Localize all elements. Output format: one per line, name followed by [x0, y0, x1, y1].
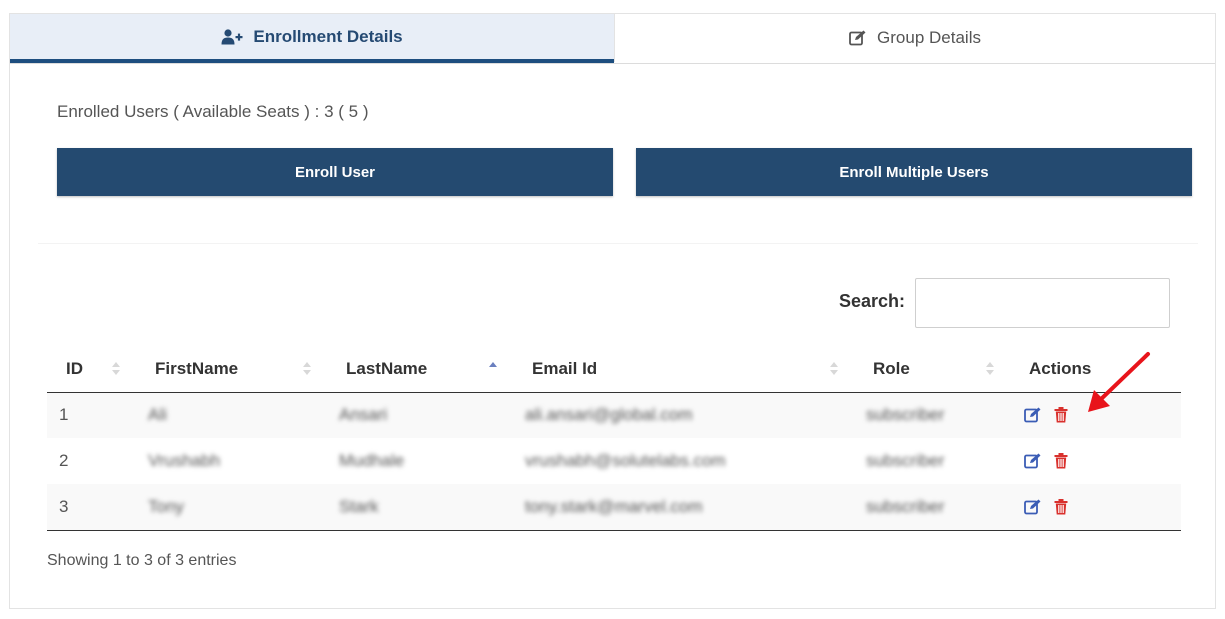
trash-icon[interactable]	[1054, 498, 1068, 515]
table-row: 2 Vrushabh Mudhale vrushabh@solutelabs.c…	[47, 438, 1181, 484]
cell-email: vrushabh@solutelabs.com	[525, 451, 726, 470]
edit-icon[interactable]	[1024, 499, 1042, 515]
cell-role: subscriber	[866, 451, 945, 470]
trash-icon[interactable]	[1054, 453, 1068, 469]
tab-group-label: Group Details	[877, 28, 981, 47]
tab-enrollment-label: Enrollment Details	[253, 26, 403, 46]
enrolled-users-summary: Enrolled Users ( Available Seats ) : 3 (…	[57, 102, 369, 122]
sort-icon[interactable]	[986, 361, 994, 377]
cell-role: subscriber	[854, 484, 1010, 531]
column-header-label: Email Id	[532, 358, 598, 378]
table-row: 1 Ali Ansari ali.ansari@global.com subsc…	[47, 392, 1181, 438]
edit-icon[interactable]	[1024, 453, 1042, 469]
column-header-id[interactable]: ID	[47, 346, 136, 393]
tab-enrollment-details[interactable]: Enrollment Details	[10, 14, 614, 63]
user-plus-icon	[221, 28, 243, 45]
cell-email: ali.ansari@global.com	[525, 405, 693, 425]
column-header-role[interactable]: Role	[854, 346, 1010, 393]
tab-bar: Enrollment Details Group Details	[10, 14, 1215, 64]
annotation-arrow-icon	[1088, 352, 1150, 412]
cell-id: 2	[59, 451, 69, 470]
sort-icon[interactable]	[112, 361, 120, 377]
cell-firstname: Tony	[136, 484, 327, 531]
cell-firstname: Ali	[148, 405, 167, 425]
cell-lastname: Stark	[327, 484, 513, 531]
edit-icon	[849, 30, 867, 46]
sort-icon[interactable]	[830, 361, 838, 377]
sort-icon[interactable]	[303, 361, 311, 377]
column-header-firstname[interactable]: FirstName	[136, 346, 327, 393]
cell-id: 3	[47, 484, 136, 531]
column-header-label: Role	[873, 358, 910, 378]
cell-actions	[1010, 484, 1181, 531]
trash-icon[interactable]	[1054, 407, 1068, 423]
sort-asc-icon[interactable]	[489, 361, 497, 377]
tab-group-details[interactable]: Group Details	[614, 14, 1215, 62]
column-header-label: LastName	[346, 358, 428, 378]
search-label: Search:	[839, 291, 906, 311]
column-header-email[interactable]: Email Id	[513, 346, 854, 393]
enrolled-summary-prefix: Enrolled Users ( Available Seats ) :	[57, 102, 325, 121]
enroll-user-button[interactable]: Enroll User	[57, 148, 613, 196]
section-divider	[38, 243, 1198, 244]
table-row: 3 Tony Stark tony.stark@marvel.com subsc…	[47, 484, 1181, 531]
cell-actions	[1010, 438, 1181, 484]
enrollment-panel: Enrollment Details Group Details Enrolle…	[9, 13, 1216, 609]
cell-role: subscriber	[866, 405, 945, 425]
column-header-label: ID	[66, 358, 83, 378]
cell-lastname: Mudhale	[339, 451, 405, 470]
table-info: Showing 1 to 3 of 3 entries	[47, 552, 237, 569]
enroll-multiple-users-button[interactable]: Enroll Multiple Users	[636, 148, 1192, 196]
search-input[interactable]	[915, 278, 1170, 328]
enrolled-users-table: ID FirstName LastName Email Id Role Acti…	[47, 346, 1181, 531]
enrolled-count: 3	[324, 102, 334, 121]
cell-id: 1	[59, 405, 69, 425]
column-header-label: Actions	[1029, 358, 1092, 378]
available-seats: ( 5 )	[338, 102, 369, 121]
table-header-row: ID FirstName LastName Email Id Role Acti…	[47, 346, 1181, 393]
cell-lastname: Ansari	[339, 405, 388, 425]
column-header-lastname[interactable]: LastName	[327, 346, 513, 393]
cell-email: tony.stark@marvel.com	[513, 484, 854, 531]
edit-icon[interactable]	[1024, 407, 1042, 423]
cell-firstname: Vrushabh	[148, 451, 221, 470]
column-header-label: FirstName	[155, 358, 239, 378]
